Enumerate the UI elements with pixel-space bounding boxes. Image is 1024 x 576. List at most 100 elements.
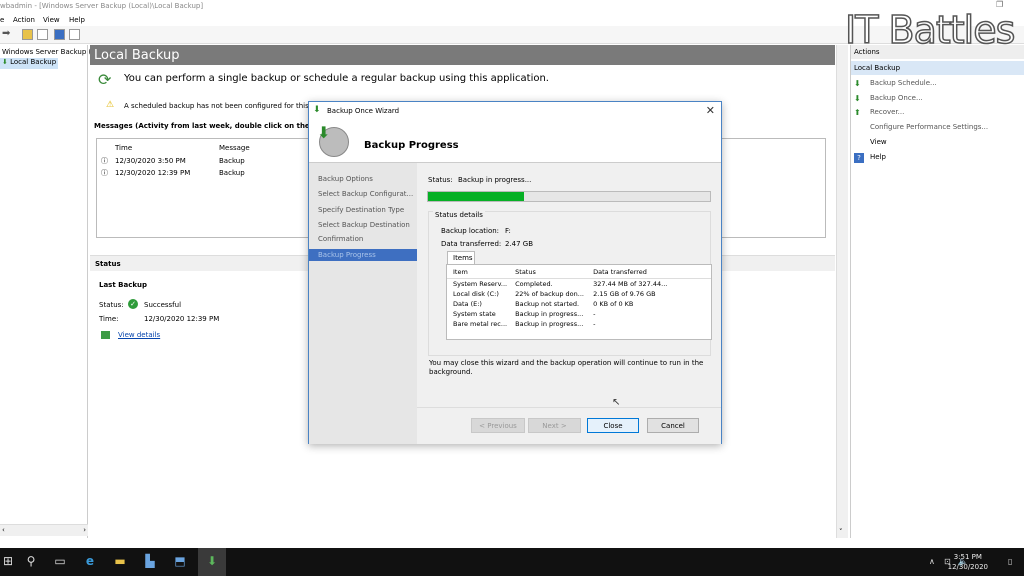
warning-text: A scheduled backup has not been configur… bbox=[124, 102, 320, 110]
clock-time: 3:51 PM bbox=[953, 553, 982, 561]
recover-icon: ⬆ bbox=[854, 108, 861, 117]
actions-pane: Actions Local Backup ⬇ Backup Schedule..… bbox=[850, 45, 1024, 538]
tree-root[interactable]: Windows Server Backup (L bbox=[2, 48, 95, 56]
items-table: Item Status Data transferred System Rese… bbox=[446, 264, 712, 340]
info-icon: ⓘ bbox=[101, 169, 108, 177]
tree-item-local-backup[interactable]: ⬇ Local Backup bbox=[0, 58, 58, 69]
dialog-body: Status: Backup in progress... Status det… bbox=[417, 163, 721, 444]
clock-date: 12/30/2020 bbox=[947, 563, 988, 571]
status-value: Backup in progress... bbox=[458, 176, 532, 184]
tray-chevron-icon[interactable]: ∧ bbox=[929, 557, 935, 566]
windows-server-backup-taskbar-icon[interactable]: ⬇ bbox=[198, 548, 226, 576]
cell-status: Backup not started. bbox=[515, 300, 580, 308]
table-row[interactable]: Data (E:) Backup not started. 0 KB of 0 KB bbox=[447, 299, 711, 309]
start-icon[interactable]: ⊞ bbox=[0, 554, 16, 570]
dialog-title: Backup Once Wizard bbox=[327, 107, 400, 115]
message-time: 12/30/2020 12:39 PM bbox=[115, 169, 191, 177]
progress-fill bbox=[428, 192, 524, 201]
menu-view[interactable]: View bbox=[43, 16, 60, 24]
table-row[interactable]: System Reserv... Completed. 327.44 MB of 3… bbox=[447, 279, 711, 290]
col-data-transferred[interactable]: Data transferred bbox=[587, 265, 711, 279]
table-row[interactable]: Bare metal rec... Backup in progress... - bbox=[447, 319, 711, 329]
action-help[interactable]: Help bbox=[870, 153, 886, 161]
taskbar-clock[interactable]: 3:51 PM 12/30/2020 bbox=[948, 552, 988, 572]
help-icon[interactable] bbox=[54, 29, 65, 40]
info-banner: ⟳ You can perform a single backup or sch… bbox=[90, 65, 835, 95]
col-message[interactable]: Message bbox=[219, 144, 250, 152]
cell-item: System Reserv... bbox=[453, 280, 508, 288]
col-status[interactable]: Status bbox=[509, 265, 588, 279]
cell-item: Local disk (C:) bbox=[453, 290, 499, 298]
help-icon: ? bbox=[854, 153, 864, 163]
tree-horizontal-scrollbar[interactable]: ‹ › bbox=[0, 524, 88, 536]
backup-progress-bar bbox=[427, 191, 711, 202]
info-text: You can perform a single backup or sched… bbox=[124, 73, 549, 84]
backup-once-icon: ⬇ bbox=[854, 94, 861, 103]
pane-title: Local Backup bbox=[90, 45, 835, 65]
scroll-down-icon[interactable]: ˅ bbox=[839, 528, 843, 536]
cell-status: Completed. bbox=[515, 280, 553, 288]
scroll-left-icon[interactable]: ‹ bbox=[2, 526, 5, 534]
success-check-icon: ✓ bbox=[128, 299, 138, 309]
cell-item: Data (E:) bbox=[453, 300, 482, 308]
task-view-icon[interactable]: ▭ bbox=[52, 554, 68, 570]
message-text: Backup bbox=[219, 157, 245, 165]
backup-once-wizard-dialog: ⬇ Backup Once Wizard ✕ ⬇ Backup Progress… bbox=[308, 101, 722, 444]
cancel-button[interactable]: Cancel bbox=[647, 418, 699, 433]
action-backup-schedule[interactable]: Backup Schedule... bbox=[870, 79, 937, 87]
app-icon[interactable]: ⬒ bbox=[172, 554, 188, 570]
menu-file-partial[interactable]: e bbox=[0, 16, 4, 24]
info-icon: ⓘ bbox=[101, 157, 108, 165]
notifications-icon[interactable]: ▯ bbox=[1008, 557, 1012, 566]
action-backup-once[interactable]: Backup Once... bbox=[870, 94, 923, 102]
tab-items[interactable]: Items bbox=[447, 251, 475, 264]
cell-transferred: - bbox=[593, 310, 596, 318]
tree-item-label: Local Backup bbox=[10, 58, 57, 66]
warning-icon: ⚠ bbox=[106, 100, 115, 110]
wizard-steps: Backup Options Select Backup Configurat.… bbox=[309, 163, 417, 444]
console-tree: Windows Server Backup (L ⬇ Local Backup bbox=[0, 45, 95, 538]
file-explorer-icon[interactable]: ▬ bbox=[112, 554, 128, 570]
transferred-value: 2.47 GB bbox=[505, 240, 534, 248]
message-text: Backup bbox=[219, 169, 245, 177]
scroll-right-icon[interactable]: › bbox=[83, 526, 86, 534]
next-button[interactable]: Next > bbox=[528, 418, 581, 433]
cell-status: Backup in progress... bbox=[515, 320, 584, 328]
previous-button[interactable]: < Previous bbox=[471, 418, 525, 433]
col-time[interactable]: Time bbox=[115, 144, 132, 152]
backup-app-icon: ⟳ bbox=[98, 70, 112, 89]
view-details-icon bbox=[101, 331, 110, 339]
action-view[interactable]: View bbox=[870, 138, 887, 146]
col-item[interactable]: Item bbox=[447, 265, 510, 279]
status-label: Status: bbox=[428, 176, 453, 184]
location-label: Backup location: bbox=[441, 227, 500, 235]
list-item[interactable]: ⓘ 12/30/2020 3:50 PM Backup bbox=[101, 156, 301, 166]
edge-icon[interactable]: e bbox=[82, 554, 98, 570]
table-row[interactable]: System state Backup in progress... - bbox=[447, 309, 711, 319]
server-manager-icon[interactable]: ▙ bbox=[142, 554, 158, 570]
show-hide-tree-icon[interactable] bbox=[37, 29, 48, 40]
actions-subheader[interactable]: Local Backup bbox=[851, 61, 1024, 75]
up-folder-icon[interactable] bbox=[22, 29, 33, 40]
forward-arrow-icon[interactable]: ➡ bbox=[2, 28, 10, 39]
cell-status: Backup in progress... bbox=[515, 310, 584, 318]
menu-action[interactable]: Action bbox=[13, 16, 35, 24]
dialog-header: ⬇ Backup Progress bbox=[309, 121, 721, 163]
main-vertical-scrollbar[interactable]: ˅ bbox=[836, 45, 848, 538]
close-icon[interactable]: ✕ bbox=[706, 104, 715, 117]
close-button[interactable]: Close bbox=[587, 418, 639, 433]
backup-arrow-icon: ⬇ bbox=[317, 123, 331, 142]
step-backup-options: Backup Options bbox=[318, 175, 373, 183]
view-details-link[interactable]: View details bbox=[118, 331, 160, 339]
messages-title: Messages (Activity from last week, doubl… bbox=[94, 122, 309, 130]
cell-transferred: 0 KB of 0 KB bbox=[593, 300, 634, 308]
table-row[interactable]: Local disk (C:) 22% of backup don... 2.15 … bbox=[447, 289, 711, 299]
step-select-destination: Select Backup Destination bbox=[318, 221, 410, 229]
list-item[interactable]: ⓘ 12/30/2020 12:39 PM Backup bbox=[101, 168, 301, 178]
menu-help[interactable]: Help bbox=[69, 16, 85, 24]
properties-icon[interactable] bbox=[69, 29, 80, 40]
action-recover[interactable]: Recover... bbox=[870, 108, 904, 116]
search-icon[interactable]: ⚲ bbox=[23, 554, 39, 570]
dialog-title-bar: ⬇ Backup Once Wizard ✕ bbox=[309, 102, 721, 121]
action-configure-performance[interactable]: Configure Performance Settings... bbox=[870, 123, 988, 131]
